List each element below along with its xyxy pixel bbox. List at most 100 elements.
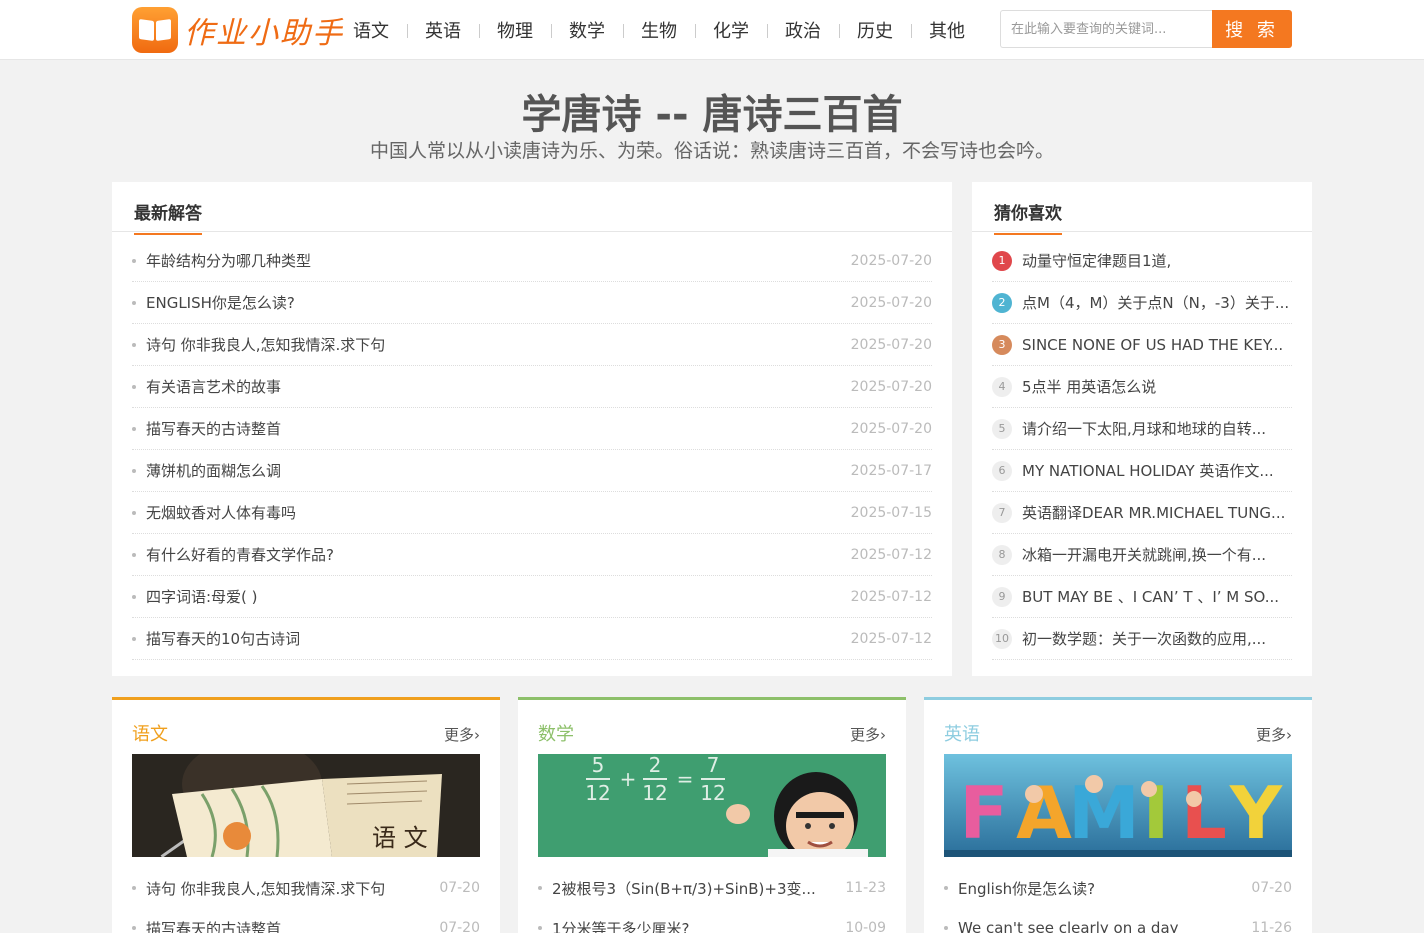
subject-card-math: 数学 更多› 5 12 + 2 12 = 7 12 2被根号3（Sin(B+π/…: [518, 697, 906, 933]
question-title[interactable]: SINCE NONE OF US HAD THE KEY...: [1022, 336, 1292, 354]
list-item[interactable]: We can't see clearly on a day 11-26: [944, 908, 1292, 933]
question-title[interactable]: 薄饼机的面糊怎么调: [146, 460, 839, 481]
svg-text:7: 7: [707, 754, 720, 777]
list-item[interactable]: 年龄结构分为哪几种类型 2025-07-20: [132, 240, 932, 282]
svg-text:L: L: [1181, 771, 1227, 855]
search-input[interactable]: [1000, 10, 1212, 48]
list-item[interactable]: 10 初一数学题：关于一次函数的应用,...: [992, 618, 1292, 660]
question-title[interactable]: 5点半 用英语怎么说: [1022, 376, 1292, 397]
question-title[interactable]: 描写春天的10句古诗词: [146, 628, 839, 649]
question-title[interactable]: 有关语言艺术的故事: [146, 376, 839, 397]
list-item[interactable]: 8 冰箱一开漏电开关就跳闸,换一个有...: [992, 534, 1292, 576]
list-item[interactable]: 薄饼机的面糊怎么调 2025-07-17: [132, 450, 932, 492]
question-title[interactable]: 诗句 你非我良人,怎知我情深.求下句: [146, 334, 839, 355]
question-title[interactable]: English你是怎么读?: [958, 878, 1239, 899]
chevron-right-icon: ›: [1286, 726, 1292, 744]
answer-date: 10-09: [845, 920, 886, 933]
rank-badge: 8: [992, 544, 1012, 565]
list-item[interactable]: 无烟蚊香对人体有毒吗 2025-07-15: [132, 492, 932, 534]
list-item[interactable]: 有关语言艺术的故事 2025-07-20: [132, 366, 932, 408]
question-title[interactable]: 有什么好看的青春文学作品?: [146, 544, 839, 565]
question-title[interactable]: We can't see clearly on a day: [958, 919, 1239, 933]
bullet-icon: [132, 258, 136, 263]
question-title[interactable]: 点M（4，M）关于点N（N，-3）关于...: [1022, 292, 1292, 313]
question-title[interactable]: 英语翻译DEAR MR.MICHAEL TUNG...: [1022, 502, 1292, 523]
list-item[interactable]: 9 BUT MAY BE 、I CAN’ T 、I’ M SO...: [992, 576, 1292, 618]
nav-item-physics[interactable]: 物理: [479, 17, 551, 43]
bullet-icon: [538, 886, 542, 890]
question-title[interactable]: 年龄结构分为哪几种类型: [146, 250, 839, 271]
page-title: 学唐诗 -- 唐诗三百首: [521, 92, 903, 138]
list-item[interactable]: 描写春天的10句古诗词 2025-07-12: [132, 618, 932, 660]
list-item[interactable]: 描写春天的古诗整首 07-20: [132, 908, 480, 933]
nav-item-biology[interactable]: 生物: [623, 17, 695, 43]
list-item[interactable]: ENGLISH你是怎么读? 2025-07-20: [132, 282, 932, 324]
logo-text: 作业小助手: [184, 16, 344, 51]
bullet-icon: [132, 342, 136, 347]
subject-title: 数学: [538, 724, 574, 745]
question-title[interactable]: 1分米等于多少厘米?: [552, 918, 833, 933]
subject-card-english: 英语 更多› F A M I L Y English你是怎么读? 07-20 We …: [924, 697, 1312, 933]
nav-item-chinese[interactable]: 语文: [335, 17, 407, 43]
more-link[interactable]: 更多›: [850, 724, 886, 745]
list-item[interactable]: 1分米等于多少厘米? 10-09: [538, 908, 886, 933]
subject-question-list: 2被根号3（Sin(B+π/3)+SinB)+3变... 11-23 1分米等于多少…: [538, 868, 886, 933]
nav-item-other[interactable]: 其他: [911, 17, 983, 43]
bullet-icon: [132, 886, 136, 890]
more-link[interactable]: 更多›: [444, 724, 480, 745]
rank-badge: 6: [992, 460, 1012, 481]
nav-item-math[interactable]: 数学: [551, 17, 623, 43]
question-title[interactable]: MY NATIONAL HOLIDAY 英语作文...: [1022, 460, 1292, 481]
list-item[interactable]: 诗句 你非我良人,怎知我情深.求下句 07-20: [132, 868, 480, 908]
answer-date: 2025-07-20: [850, 336, 932, 353]
question-title[interactable]: 冰箱一开漏电开关就跳闸,换一个有...: [1022, 544, 1292, 565]
list-item[interactable]: 2 点M（4，M）关于点N（N，-3）关于...: [992, 282, 1292, 324]
question-title[interactable]: 2被根号3（Sin(B+π/3)+SinB)+3变...: [552, 878, 833, 899]
answer-date: 2025-07-20: [850, 420, 932, 437]
list-item[interactable]: English你是怎么读? 07-20: [944, 868, 1292, 908]
question-title[interactable]: 动量守恒定律题目1道,: [1022, 250, 1292, 271]
svg-text:5: 5: [592, 754, 605, 777]
list-item[interactable]: 四字词语:母爱( ) 2025-07-12: [132, 576, 932, 618]
list-item[interactable]: 诗句 你非我良人,怎知我情深.求下句 2025-07-20: [132, 324, 932, 366]
more-link[interactable]: 更多›: [1256, 724, 1292, 745]
list-item[interactable]: 6 MY NATIONAL HOLIDAY 英语作文...: [992, 450, 1292, 492]
nav-item-history[interactable]: 历史: [839, 17, 911, 43]
question-title[interactable]: 初一数学题：关于一次函数的应用,...: [1022, 628, 1292, 649]
list-item[interactable]: 7 英语翻译DEAR MR.MICHAEL TUNG...: [992, 492, 1292, 534]
svg-text:2: 2: [649, 754, 662, 777]
site-logo[interactable]: 作业小助手: [132, 7, 344, 53]
list-item[interactable]: 2被根号3（Sin(B+π/3)+SinB)+3变... 11-23: [538, 868, 886, 908]
list-item[interactable]: 3 SINCE NONE OF US HAD THE KEY...: [992, 324, 1292, 366]
nav-item-politics[interactable]: 政治: [767, 17, 839, 43]
question-title[interactable]: 无烟蚊香对人体有毒吗: [146, 502, 839, 523]
question-title[interactable]: 描写春天的古诗整首: [146, 418, 839, 439]
svg-text:12: 12: [700, 781, 725, 805]
question-title[interactable]: ENGLISH你是怎么读?: [146, 292, 839, 313]
bullet-icon: [132, 594, 136, 599]
rank-badge: 2: [992, 292, 1012, 313]
question-title[interactable]: 描写春天的古诗整首: [146, 918, 427, 933]
question-title[interactable]: BUT MAY BE 、I CAN’ T 、I’ M SO...: [1022, 586, 1292, 607]
nav-item-english[interactable]: 英语: [407, 17, 479, 43]
list-item[interactable]: 有什么好看的青春文学作品? 2025-07-12: [132, 534, 932, 576]
question-title[interactable]: 请介绍一下太阳,月球和地球的自转...: [1022, 418, 1292, 439]
question-title[interactable]: 诗句 你非我良人,怎知我情深.求下句: [146, 878, 427, 899]
latest-answers-list: 年龄结构分为哪几种类型 2025-07-20 ENGLISH你是怎么读? 2025-0…: [132, 240, 932, 660]
rank-badge: 1: [992, 250, 1012, 271]
list-item[interactable]: 1 动量守恒定律题目1道,: [992, 240, 1292, 282]
svg-text:12: 12: [585, 781, 610, 805]
english-family-image: F A M I L Y: [944, 754, 1292, 857]
svg-text:=: =: [677, 767, 694, 791]
search-button[interactable]: 搜 索: [1212, 10, 1292, 48]
answer-date: 2025-07-12: [850, 630, 932, 647]
latest-answers-header: 最新解答: [112, 182, 952, 235]
list-item[interactable]: 5 请介绍一下太阳,月球和地球的自转...: [992, 408, 1292, 450]
recommend-title: 猜你喜欢: [994, 199, 1062, 235]
question-title[interactable]: 四字词语:母爱( ): [146, 586, 839, 607]
subject-title: 英语: [944, 724, 980, 745]
svg-text:+: +: [620, 767, 637, 791]
list-item[interactable]: 描写春天的古诗整首 2025-07-20: [132, 408, 932, 450]
nav-item-chemistry[interactable]: 化学: [695, 17, 767, 43]
list-item[interactable]: 4 5点半 用英语怎么说: [992, 366, 1292, 408]
